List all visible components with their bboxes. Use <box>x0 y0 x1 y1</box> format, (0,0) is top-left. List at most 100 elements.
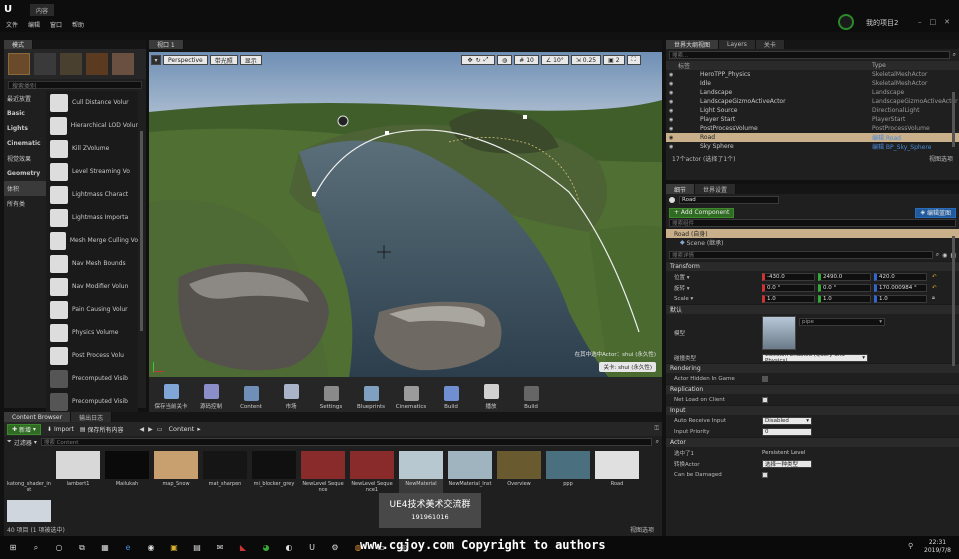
toolbar-button[interactable]: Content <box>231 378 271 412</box>
toolbar-button[interactable]: 源码控制 <box>191 378 231 412</box>
location-y[interactable]: 2490.0 <box>818 272 871 281</box>
priority-input[interactable]: 0 <box>762 427 812 436</box>
rotation-y[interactable]: 0.0 ° <box>818 283 871 292</box>
save-all-button[interactable]: ▤ 保存所有内容 <box>80 425 124 434</box>
placeable-item[interactable]: Level Streaming Vo <box>46 160 138 183</box>
table-row[interactable]: ◉ PostProcessVolume PostProcessVolume <box>666 124 959 133</box>
asset-tile[interactable]: NewMaterial_Inst <box>448 451 492 493</box>
component-search-input[interactable]: 搜索组件 <box>669 219 956 227</box>
app-icon[interactable]: ◉ <box>144 541 158 555</box>
asset-tile[interactable]: mat_sharpen <box>203 451 247 493</box>
placeable-item[interactable]: Pain Causing Volur <box>46 298 138 321</box>
mesh-dropdown[interactable]: pipe ▾ <box>799 318 885 326</box>
col-type[interactable]: Type <box>872 62 886 69</box>
cortana-icon[interactable]: ○ <box>52 541 66 555</box>
scale-z[interactable]: 1.0 <box>874 294 927 303</box>
transform-section[interactable]: Transform <box>666 261 959 271</box>
lock-icon[interactable]: ⚿ <box>654 425 659 433</box>
tab-details[interactable]: 细节 <box>666 184 696 194</box>
table-row[interactable]: ◉ Road 编辑 Road <box>666 133 959 142</box>
input-section[interactable]: Input <box>666 405 959 415</box>
category-item[interactable]: Basic <box>4 106 46 121</box>
scale-snap-button[interactable]: ⇲ 0.25 <box>570 55 602 65</box>
search-icon[interactable]: ⌕ <box>936 251 939 259</box>
asset-tile[interactable]: Road <box>595 451 639 493</box>
eye-icon[interactable]: ◉ <box>666 81 678 87</box>
viewport-scene[interactable]: 在其中选中Actor：shui (永久性) 关卡: shui (永久性) <box>149 52 662 378</box>
placeable-item[interactable]: Cull Distance Volur <box>46 91 138 114</box>
app-icon[interactable]: ◣ <box>236 541 250 555</box>
placeable-item[interactable]: Nav Mesh Bounds <box>46 252 138 275</box>
eye-icon[interactable]: ◉ <box>666 99 678 105</box>
placeable-item[interactable]: Post Process Volu <box>46 344 138 367</box>
back-arrow-icon[interactable]: ◀ <box>140 426 145 433</box>
eye-icon[interactable]: ◉ <box>942 252 947 259</box>
grid-snap-button[interactable]: # 10 <box>514 55 539 65</box>
replication-section[interactable]: Replication <box>666 384 959 394</box>
table-row[interactable]: ◉ Idle SkeletalMeshActor <box>666 79 959 88</box>
placeable-item[interactable]: Hierarchical LOD Volur <box>46 114 138 137</box>
location-z[interactable]: 420.0 <box>874 272 927 281</box>
menu-file[interactable]: 文件 <box>6 20 18 29</box>
asset-tile[interactable]: map_Snow <box>154 451 198 493</box>
world-local-button[interactable]: ◍ <box>497 55 513 65</box>
hidden-checkbox[interactable] <box>762 375 768 382</box>
add-component-button[interactable]: + Add Component <box>669 207 735 218</box>
tab-levels[interactable]: 关卡 <box>755 40 785 49</box>
second-row-asset[interactable] <box>7 500 51 522</box>
table-row[interactable]: ◉ Landscape Landscape <box>666 88 959 97</box>
actor-type[interactable]: 编辑 BP_Sky_Sphere <box>872 142 931 151</box>
col-label[interactable]: 标签 <box>666 61 872 70</box>
location-x[interactable]: -430.0 <box>762 272 815 281</box>
reset-arrow-icon[interactable]: ↶ <box>932 274 937 280</box>
clock[interactable]: 22:31 2019/7/8 <box>924 539 951 555</box>
new-button[interactable]: ✚ 新增 ▾ <box>7 423 41 435</box>
app-icon[interactable]: ▣ <box>167 541 181 555</box>
windows-start-icon[interactable]: ⊞ <box>6 541 20 555</box>
category-item[interactable]: Lights <box>4 121 46 136</box>
forward-arrow-icon[interactable]: ▶ <box>148 426 153 433</box>
toolbar-button[interactable]: Build <box>511 378 551 412</box>
tab-world-outliner[interactable]: 世界大纲视图 <box>666 40 720 49</box>
viewport-options-button[interactable]: ▾ <box>151 55 161 65</box>
search-icon[interactable]: ⌕ <box>656 438 659 446</box>
category-item[interactable]: 最近放置 <box>4 91 46 106</box>
component-root[interactable]: Road (自身) <box>666 229 959 238</box>
toolbar-button[interactable]: Cinematics <box>391 378 431 412</box>
tab-output-log[interactable]: 输出日志 <box>71 412 113 422</box>
table-row[interactable]: ◉ Player Start PlayerStart <box>666 115 959 124</box>
edge-icon[interactable]: e <box>121 541 135 555</box>
default-section[interactable]: 默认 <box>666 304 959 314</box>
actor-type[interactable]: 编辑 Road <box>872 133 901 142</box>
edit-blueprint-button[interactable]: ◈ 编辑蓝图 <box>915 207 956 218</box>
tab-content-browser[interactable]: Content Browser <box>4 412 72 422</box>
place-mode-icon[interactable] <box>8 53 30 75</box>
mesh-thumbnail[interactable] <box>762 316 796 350</box>
search-icon[interactable]: ⌕ <box>29 541 43 555</box>
actor-section[interactable]: Actor <box>666 437 959 447</box>
placeable-item[interactable]: Mesh Merge Culling Vo <box>46 229 138 252</box>
filter-button[interactable]: ⏷ 过滤器 ▾ <box>7 438 37 447</box>
collision-dropdown[interactable]: Collision Enabled (Query and Physics) ▾ <box>762 352 868 364</box>
paint-mode-icon[interactable] <box>34 53 56 75</box>
asset-tile[interactable]: NewMaterial <box>399 451 443 493</box>
details-scrollbar[interactable] <box>952 236 955 366</box>
modes-scrollbar[interactable] <box>140 131 143 331</box>
menu-window[interactable]: 窗口 <box>50 20 62 29</box>
eye-icon[interactable]: ◉ <box>666 117 678 123</box>
toolbar-button[interactable]: 保存当前关卡 <box>151 378 191 412</box>
content-view-options[interactable]: 视图选项 <box>630 525 654 534</box>
tab-modes[interactable]: 模式 <box>4 40 34 49</box>
toolbar-button[interactable]: 市场 <box>271 378 311 412</box>
rotation-z[interactable]: 170.000984 ° <box>874 283 927 292</box>
asset-tile[interactable]: ppp <box>546 451 590 493</box>
modes-search[interactable]: 搜索类别 <box>8 81 142 90</box>
rotation-x[interactable]: 0.0 ° <box>762 283 815 292</box>
maximize-icon[interactable]: □ <box>930 18 937 26</box>
placeable-item[interactable]: Lightmass Charact <box>46 183 138 206</box>
actor-name-input[interactable]: Road <box>679 196 779 204</box>
app-icon[interactable]: ▦ <box>98 541 112 555</box>
toolbar-button[interactable]: Settings <box>311 378 351 412</box>
asset-tile[interactable]: NewLevel Sequence <box>301 451 345 493</box>
geometry-mode-icon[interactable] <box>112 53 134 75</box>
